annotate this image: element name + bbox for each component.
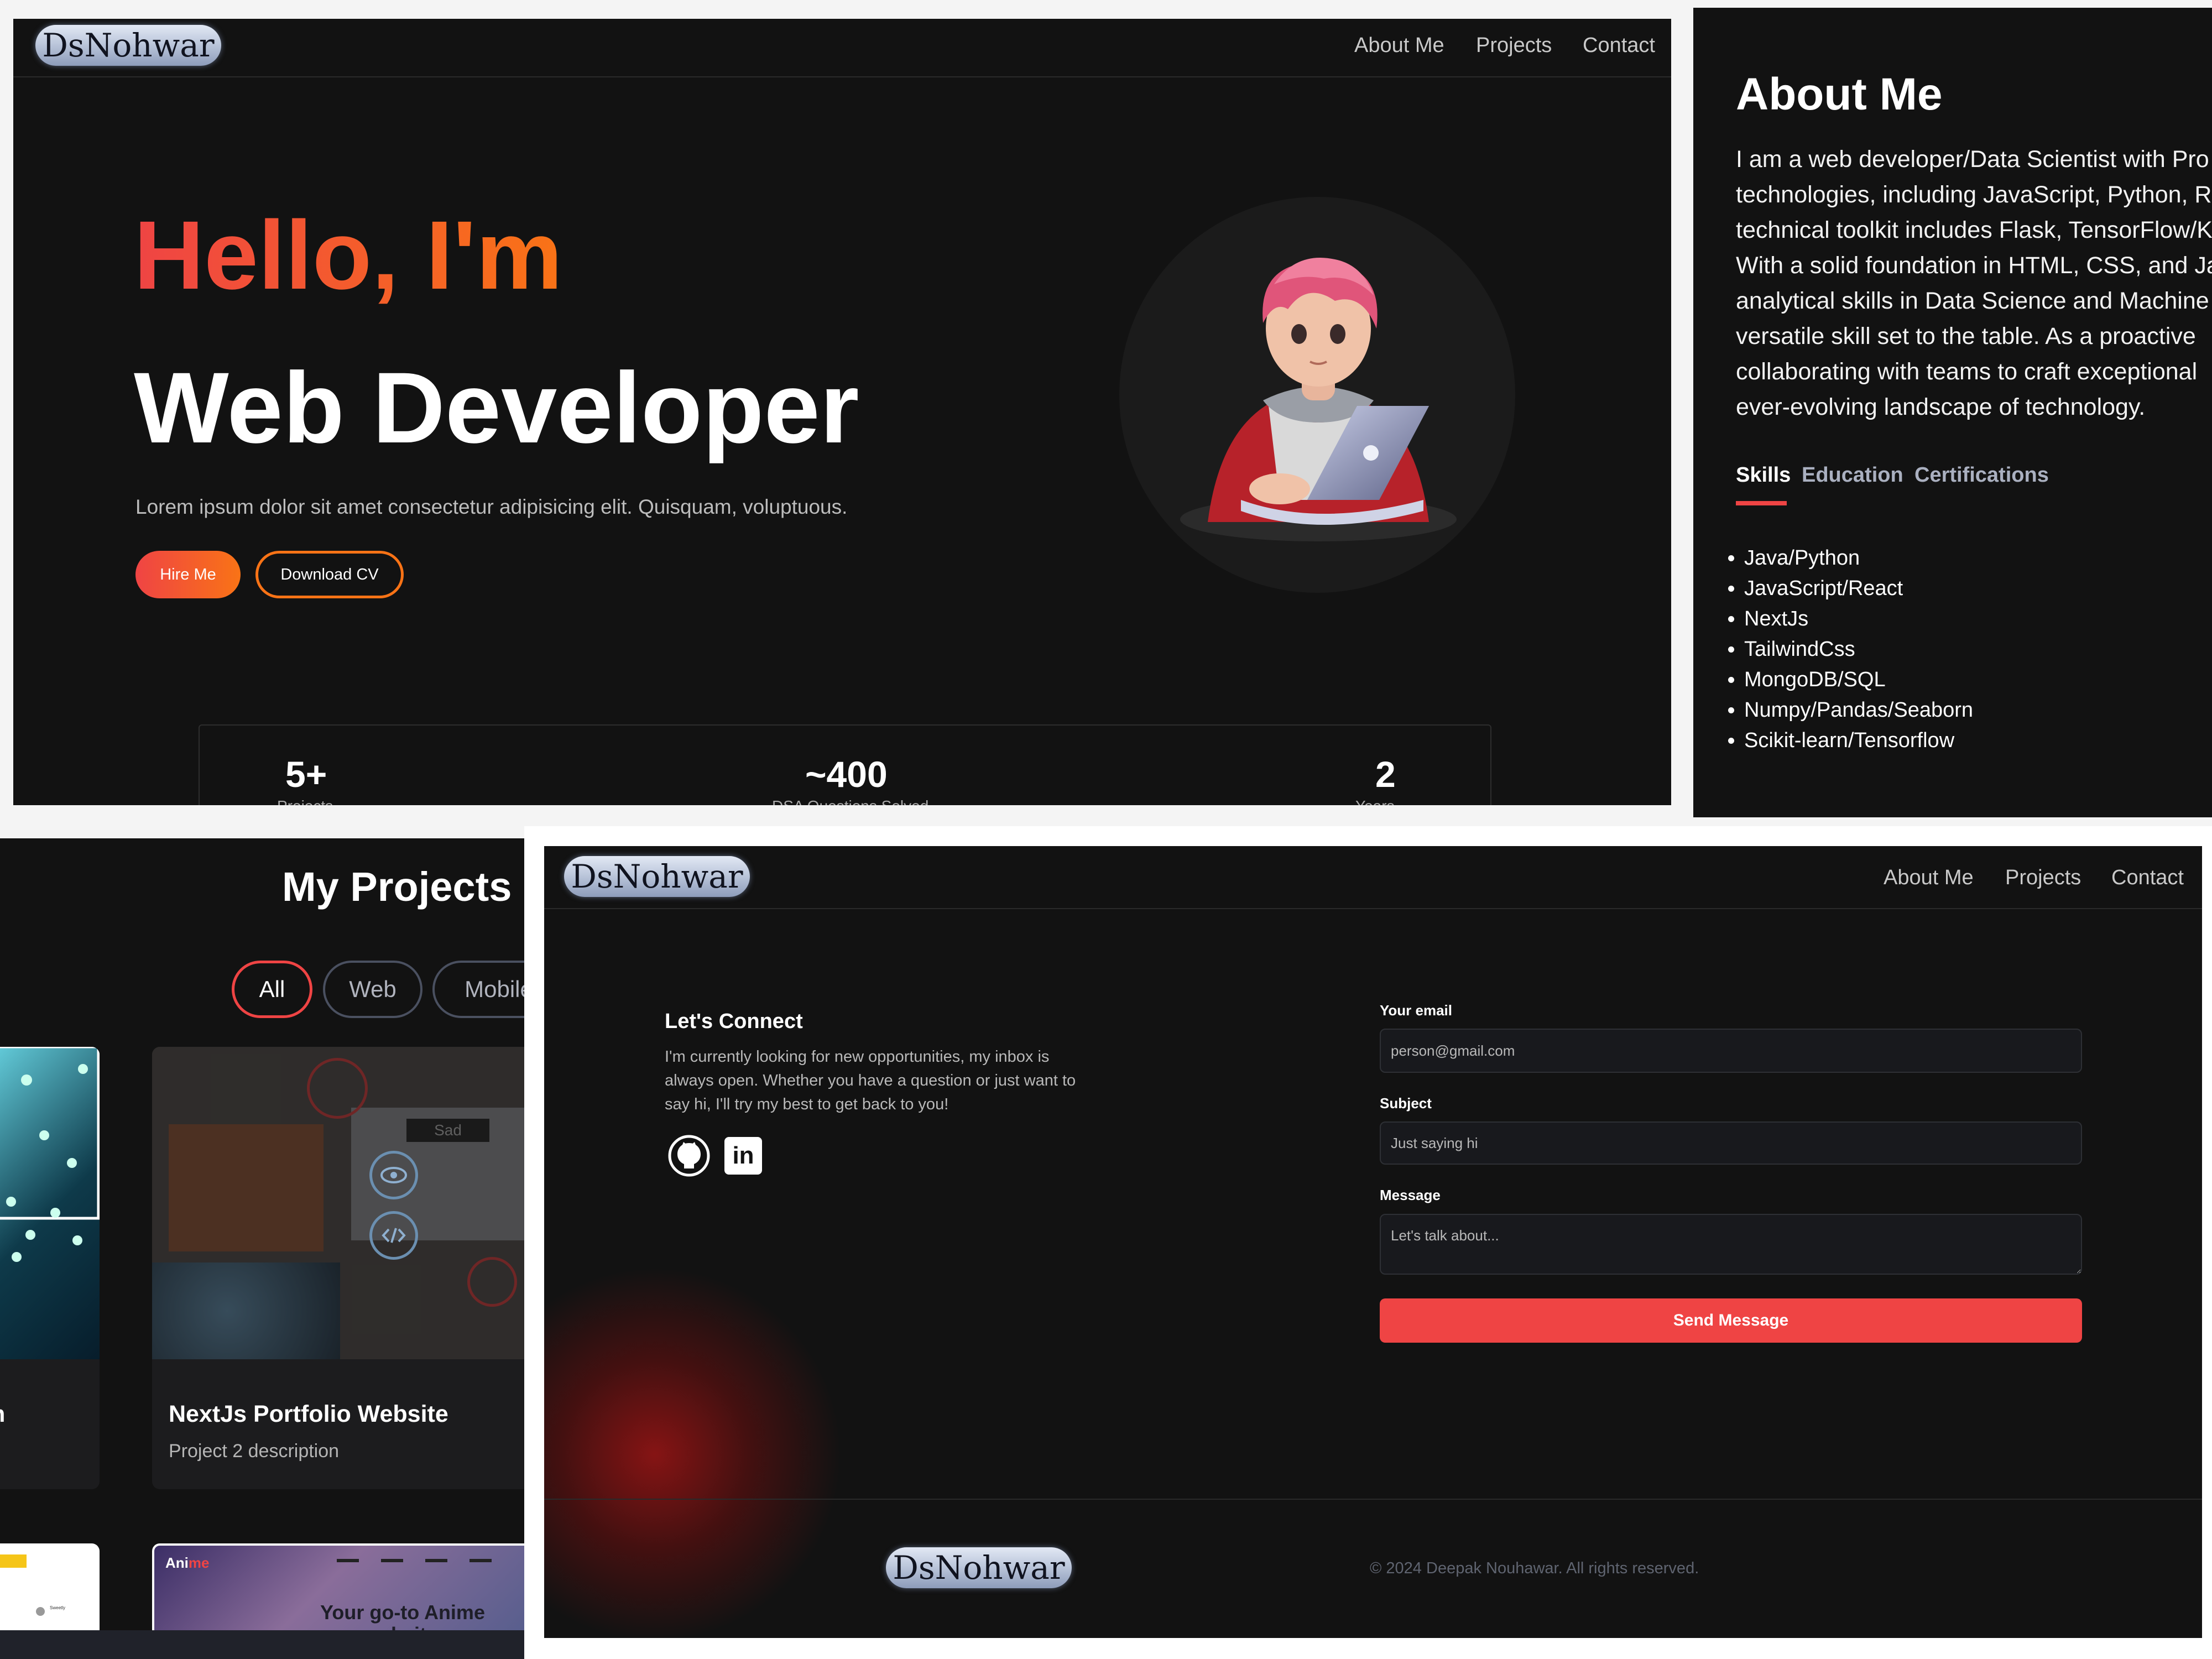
download-cv-button[interactable]: Download CV (255, 551, 404, 598)
stat-projects-label: Projects (277, 797, 333, 805)
stat-dsa-value: ~400 (805, 754, 888, 795)
thumb-tag: Sweetly (50, 1605, 66, 1610)
hero-greeting: Hello, I'm (134, 201, 563, 310)
linkedin-icon[interactable]: in (724, 1137, 762, 1175)
stat-years-label: Years (1355, 797, 1395, 805)
project-thumbnail: Sad (152, 1047, 531, 1359)
projects-panel: My Projects All Web Mobile m (0, 838, 531, 1659)
filter-mobile-button[interactable]: Mobile (432, 961, 531, 1018)
about-paragraph: I am a web developer/Data Scientist with… (1736, 142, 2212, 425)
list-item: Numpy/Pandas/Seaborn (1744, 695, 1973, 726)
list-item: NextJs (1744, 604, 1973, 634)
project-card-title: m (0, 1401, 5, 1427)
message-label: Message (1380, 1187, 1441, 1203)
about-line: collaborating with teams to craft except… (1736, 358, 2198, 385)
anime-logo: Anime (165, 1554, 209, 1572)
nav-projects-link[interactable]: Projects (1476, 34, 1552, 58)
message-textarea[interactable] (1380, 1214, 2082, 1275)
tab-education[interactable]: Education (1802, 463, 1903, 487)
hero-role: Web Developer (134, 351, 859, 464)
about-line: With a solid foundation in HTML, CSS, an… (1736, 252, 2212, 279)
subject-label: Subject (1380, 1095, 1432, 1112)
navbar: DsNohwar About Me Projects Contact (13, 19, 1671, 77)
thumb-avatar (36, 1607, 45, 1616)
list-item: TailwindCss (1744, 634, 1973, 665)
hire-me-button[interactable]: Hire Me (135, 551, 241, 598)
contact-body-line: always open. Whether you have a question… (665, 1072, 1076, 1089)
nav-contact-link[interactable]: Contact (2111, 866, 2184, 890)
footer-divider (544, 1499, 2202, 1500)
list-item: Java/Python (1744, 543, 1973, 573)
contact-heading: Let's Connect (665, 1010, 803, 1033)
about-line: technical toolkit includes Flask, Tensor… (1736, 217, 2212, 243)
scatter-thumbnail-icon (0, 1047, 100, 1262)
subject-input[interactable] (1380, 1121, 2082, 1165)
thumb-overlay (152, 1047, 531, 1359)
list-item: MongoDB/SQL (1744, 665, 1973, 695)
list-item: JavaScript/React (1744, 573, 1973, 604)
projects-title: My Projects (282, 864, 512, 910)
avatar-illustration (1180, 258, 1457, 541)
anime-logo-main: Ani (165, 1554, 189, 1571)
email-input[interactable] (1380, 1029, 2082, 1073)
about-line: technologies, including JavaScript, Pyth… (1736, 181, 2212, 208)
glow-decoration (544, 1266, 843, 1638)
stat-projects-value: 5+ (285, 754, 327, 795)
nav-about-link[interactable]: About Me (1884, 866, 1974, 890)
contact-body-line: I'm currently looking for new opportunit… (665, 1048, 1050, 1066)
stat-years-value: 2 (1375, 754, 1396, 795)
send-message-button[interactable]: Send Message (1380, 1298, 2082, 1343)
code-link-icon[interactable] (369, 1211, 418, 1260)
about-line: I am a web developer/Data Scientist with… (1736, 146, 2209, 173)
project-card[interactable]: Sad NextJs Portfolio Website Project 2 d… (152, 1047, 531, 1489)
about-panel: About Me I am a web developer/Data Scien… (1693, 8, 2212, 817)
logo[interactable]: DsNohwar (35, 25, 221, 66)
tab-underline (1736, 501, 1787, 505)
project-thumbnail (0, 1047, 100, 1359)
about-line: analytical skills in Data Science and Ma… (1736, 288, 2209, 314)
list-item: Scikit-learn/Tensorflow (1744, 726, 1973, 756)
anime-nav-dots (337, 1559, 514, 1562)
filter-all-button[interactable]: All (232, 961, 312, 1018)
nav-projects-link[interactable]: Projects (2005, 866, 2081, 890)
logo[interactable]: DsNohwar (564, 856, 750, 897)
filter-web-button[interactable]: Web (323, 961, 422, 1018)
project-card-title: NextJs Portfolio Website (169, 1401, 448, 1427)
hero-panel: DsNohwar About Me Projects Contact Hello… (13, 19, 1671, 805)
nav-about-link[interactable]: About Me (1354, 34, 1444, 58)
thumb-yellow-bar (0, 1554, 27, 1568)
github-icon[interactable] (667, 1134, 711, 1178)
stats-bar: 5+ Projects ~400 DSA Questions Solved 2 … (199, 724, 1491, 805)
about-title: About Me (1736, 69, 1943, 119)
email-label: Your email (1380, 1002, 1453, 1019)
anime-logo-accent: me (188, 1554, 210, 1571)
footer-logo[interactable]: DsNohwar (886, 1547, 1072, 1588)
project-card[interactable]: m (0, 1047, 100, 1489)
taskbar-strip (0, 1630, 531, 1659)
skills-list: Java/Python JavaScript/React NextJs Tail… (1700, 543, 1973, 756)
stat-dsa-label: DSA Questions Solved (772, 797, 928, 805)
about-line: versatile skill set to the table. As a p… (1736, 323, 2196, 349)
contact-body: I'm currently looking for new opportunit… (665, 1045, 1076, 1117)
about-line: ever-evolving landscape of technology. (1736, 394, 2146, 420)
nav-contact-link[interactable]: Contact (1583, 34, 1655, 58)
view-project-icon[interactable] (369, 1151, 418, 1199)
project-card-description: Project 2 description (169, 1441, 340, 1462)
contact-panel: DsNohwar About Me Projects Contact Let's… (544, 846, 2202, 1638)
copyright-text: © 2024 Deepak Nouhawar. All rights reser… (1370, 1559, 1699, 1577)
hero-description: Lorem ipsum dolor sit amet consectetur a… (135, 495, 848, 518)
contact-body-line: say hi, I'll try my best to get back to … (665, 1095, 949, 1113)
tab-certifications[interactable]: Certifications (1914, 463, 2049, 487)
anime-tagline: Your go-to Anime (320, 1601, 485, 1624)
tab-skills[interactable]: Skills (1736, 463, 1791, 487)
navbar: DsNohwar About Me Projects Contact (544, 846, 2202, 909)
